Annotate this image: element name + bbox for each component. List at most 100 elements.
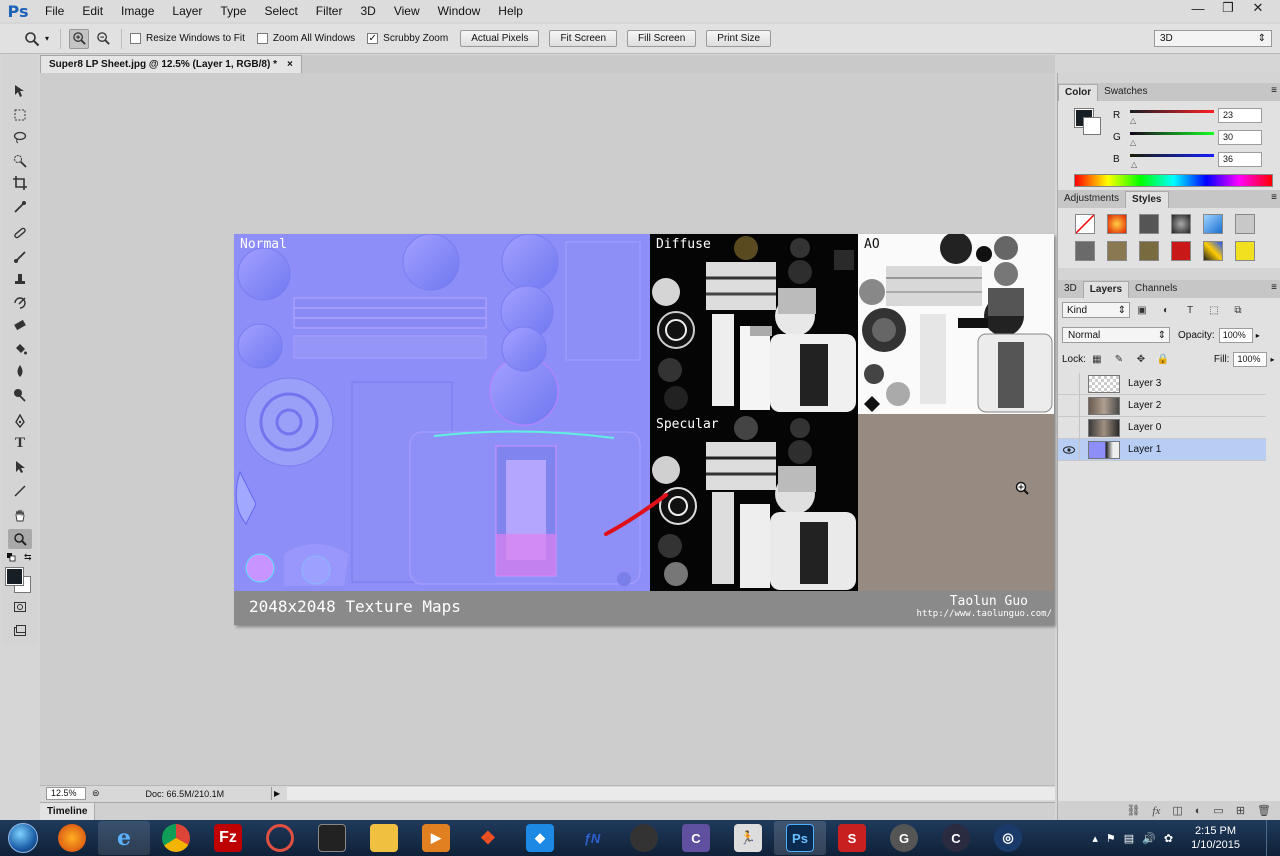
network-icon[interactable]: ▤	[1124, 832, 1134, 845]
menu-layer[interactable]: Layer	[163, 0, 211, 22]
paint-bucket-tool-icon[interactable]	[8, 339, 32, 359]
taskbar-app[interactable]	[254, 821, 306, 855]
taskbar-dropbox[interactable]: ◆	[514, 821, 566, 855]
smart-object-filter-icon[interactable]: ⧉	[1226, 305, 1250, 316]
visibility-eye-icon[interactable]	[1058, 438, 1080, 461]
menu-help[interactable]: Help	[489, 0, 532, 22]
taskbar-firefox[interactable]	[46, 821, 98, 855]
panel-menu-icon[interactable]: ≡	[1271, 85, 1277, 96]
tool-preset-dropdown-icon[interactable]: ▾	[42, 29, 52, 49]
layer-name[interactable]: Layer 2	[1128, 400, 1161, 411]
action-center-icon[interactable]: ⚑	[1106, 832, 1116, 845]
menu-window[interactable]: Window	[429, 0, 490, 22]
layer-style-fx-icon[interactable]: fx	[1152, 805, 1160, 817]
swap-colors-icon[interactable]: ⇆	[24, 552, 32, 563]
lock-pixels-icon[interactable]: ✎	[1108, 354, 1130, 365]
new-layer-icon[interactable]: ⊞	[1236, 804, 1245, 817]
scrubby-zoom-checkbox[interactable]: ✓ Scrubby Zoom	[367, 33, 448, 44]
taskbar-app[interactable]: S	[826, 821, 878, 855]
actual-pixels-button[interactable]: Actual Pixels	[460, 30, 540, 47]
zoom-level-field[interactable]: 12.5%	[46, 787, 86, 800]
delete-layer-icon[interactable]: 🗑	[1257, 804, 1271, 817]
layer-name[interactable]: Layer 3	[1128, 378, 1161, 389]
blend-mode-select[interactable]: Normal ⇕	[1062, 327, 1170, 343]
tab-color[interactable]: Color	[1058, 84, 1099, 101]
restore-button[interactable]: ❐	[1214, 0, 1242, 16]
menu-view[interactable]: View	[385, 0, 429, 22]
panel-menu-icon[interactable]: ≡	[1271, 192, 1277, 203]
canvas-area[interactable]: Normal Diffuse AO Specular 2048x2048 Tex…	[40, 73, 1055, 785]
visibility-toggle[interactable]	[1058, 394, 1080, 417]
red-slider[interactable]: R △ 23	[1113, 108, 1273, 128]
layer-name[interactable]: Layer 1	[1128, 444, 1161, 455]
pixel-filter-icon[interactable]: ▣	[1130, 305, 1154, 316]
red-slider-thumb-icon[interactable]: △	[1130, 116, 1136, 125]
zoom-tool-icon[interactable]	[22, 29, 42, 49]
style-swatch[interactable]	[1075, 241, 1095, 261]
layer-kind-select[interactable]: Kind ⇕	[1062, 302, 1130, 318]
system-clock[interactable]: 2:15 PM 1/10/2015	[1191, 824, 1240, 852]
panel-menu-icon[interactable]: ≡	[1271, 282, 1277, 293]
eyedropper-tool-icon[interactable]	[8, 197, 32, 217]
close-tab-icon[interactable]: ×	[287, 59, 293, 70]
color-panel-background-swatch[interactable]	[1083, 117, 1101, 135]
style-swatch[interactable]	[1139, 241, 1159, 261]
zoom-in-icon[interactable]	[69, 28, 89, 49]
status-info-icon[interactable]: ⊜	[92, 788, 100, 799]
style-swatch[interactable]	[1107, 241, 1127, 261]
path-selection-tool-icon[interactable]	[8, 457, 32, 477]
opacity-dropdown-icon[interactable]: ▸	[1256, 331, 1260, 340]
taskbar-photoshop[interactable]: Ps	[774, 821, 826, 855]
zoom-tool-active-icon[interactable]	[8, 529, 32, 549]
menu-edit[interactable]: Edit	[73, 0, 112, 22]
quick-selection-tool-icon[interactable]	[8, 151, 32, 171]
start-button[interactable]	[0, 820, 46, 856]
taskbar-explorer[interactable]	[358, 821, 410, 855]
visibility-toggle[interactable]	[1058, 372, 1080, 395]
fit-screen-button[interactable]: Fit Screen	[549, 30, 618, 47]
volume-icon[interactable]: 🔊	[1142, 832, 1156, 845]
menu-file[interactable]: File	[36, 0, 73, 22]
opacity-field[interactable]: 100%	[1218, 327, 1253, 343]
fill-field[interactable]: 100%	[1233, 351, 1268, 367]
green-slider[interactable]: G △ 30	[1113, 130, 1273, 150]
checkbox-box-checked[interactable]: ✓	[367, 33, 379, 44]
default-colors-icon[interactable]	[7, 553, 16, 562]
blue-value-field[interactable]: 36	[1218, 152, 1262, 167]
layer-row[interactable]: Layer 0	[1058, 416, 1266, 439]
blue-slider[interactable]: B △ 36	[1113, 152, 1273, 172]
fill-dropdown-icon[interactable]: ▸	[1270, 355, 1274, 364]
taskbar-filezilla[interactable]: Fz	[202, 821, 254, 855]
show-desktop-button[interactable]	[1266, 820, 1280, 856]
add-mask-icon[interactable]: ◫	[1172, 804, 1182, 817]
lock-transparent-icon[interactable]: ▦	[1086, 354, 1108, 365]
menu-filter[interactable]: Filter	[307, 0, 352, 22]
tab-channels[interactable]: Channels	[1129, 281, 1183, 298]
taskbar-internet-explorer[interactable]: e	[98, 821, 150, 855]
layer-row[interactable]: Layer 2	[1058, 394, 1266, 417]
lock-all-icon[interactable]: 🔒	[1152, 354, 1174, 365]
red-track[interactable]	[1130, 110, 1214, 113]
new-adjustment-layer-icon[interactable]: ◐	[1195, 805, 1202, 817]
healing-brush-tool-icon[interactable]	[8, 223, 32, 243]
taskbar-app[interactable]: ◎	[982, 821, 1034, 855]
layer-row-selected[interactable]: Layer 1	[1058, 438, 1266, 461]
tab-adjustments[interactable]: Adjustments	[1058, 191, 1125, 208]
green-value-field[interactable]: 30	[1218, 130, 1262, 145]
checkbox-box[interactable]	[256, 33, 268, 44]
blue-slider-thumb-icon[interactable]: △	[1131, 160, 1137, 169]
status-menu-arrow-icon[interactable]: ▶	[270, 787, 283, 800]
style-swatch[interactable]	[1203, 214, 1223, 234]
taskbar-app[interactable]	[618, 821, 670, 855]
minimize-button[interactable]: —	[1184, 0, 1212, 16]
document-image[interactable]: Normal Diffuse AO Specular 2048x2048 Tex…	[234, 234, 1054, 625]
quick-mask-icon[interactable]	[8, 597, 32, 617]
timeline-tab[interactable]: Timeline	[40, 803, 96, 821]
checkbox-box[interactable]	[130, 33, 141, 44]
tab-styles[interactable]: Styles	[1125, 191, 1169, 208]
move-tool-icon[interactable]	[8, 81, 32, 101]
horizontal-scrollbar[interactable]	[286, 787, 1055, 800]
foreground-color-swatch[interactable]	[5, 567, 24, 586]
line-tool-icon[interactable]	[8, 481, 32, 501]
zoom-all-windows-checkbox[interactable]: Zoom All Windows	[256, 33, 355, 44]
